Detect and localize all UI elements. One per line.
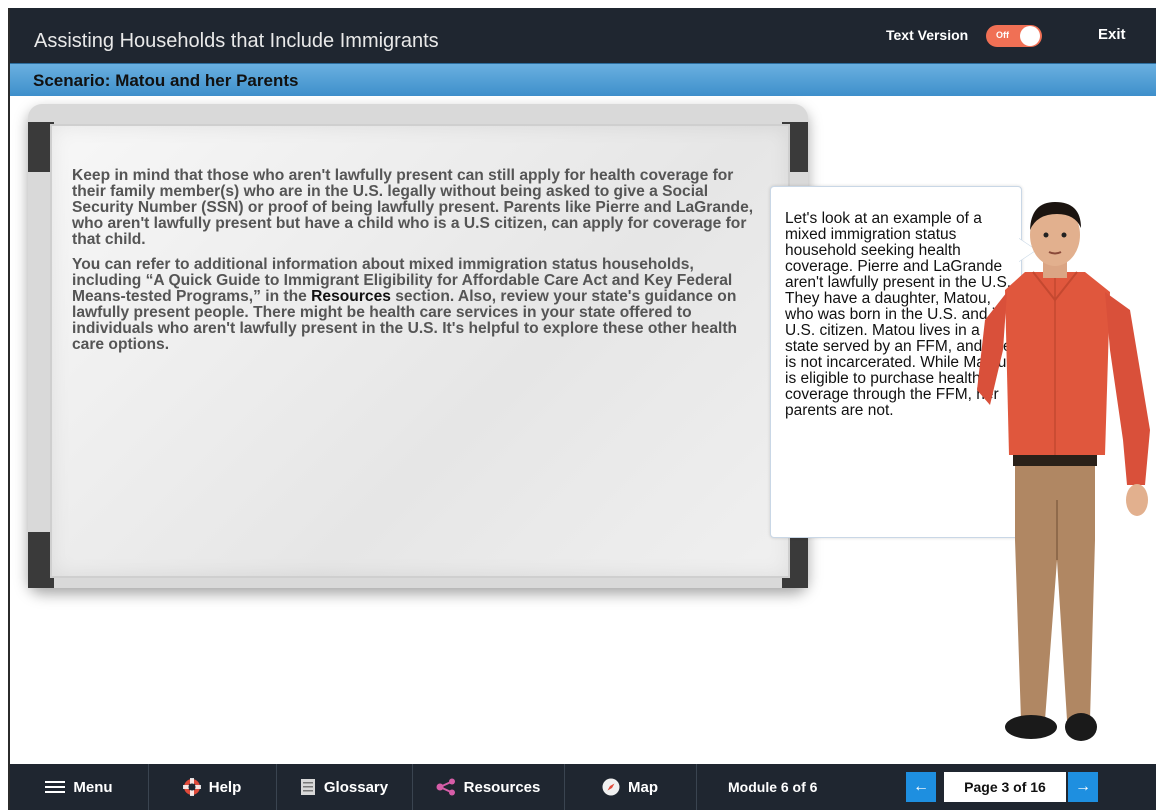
course-title: Assisting Households that Include Immigr… xyxy=(34,30,439,52)
text-version-label: Text Version xyxy=(886,27,969,43)
hamburger-icon xyxy=(45,780,66,794)
help-label: Help xyxy=(208,778,242,796)
menu-label: Menu xyxy=(73,778,113,796)
previous-page-button[interactable]: ← xyxy=(906,772,936,802)
board-paragraph-1: Keep in mind that those who aren't lawfu… xyxy=(72,167,754,248)
page-indicator: Page 3 of 16 xyxy=(944,772,1066,802)
arrow-right-icon: → xyxy=(1075,778,1091,795)
scenario-title: Scenario: Matou and her Parents xyxy=(33,71,299,90)
resources-button[interactable]: Resources xyxy=(412,764,565,810)
glossary-button[interactable]: Glossary xyxy=(276,764,413,810)
toggle-state-label: Off xyxy=(996,30,1009,40)
help-button[interactable]: Help xyxy=(148,764,277,810)
next-page-button[interactable]: → xyxy=(1068,772,1098,802)
map-button[interactable]: Map xyxy=(564,764,697,810)
resources-label: Resources xyxy=(463,778,541,796)
arrow-left-icon: ← xyxy=(913,778,929,795)
lifebuoy-icon xyxy=(182,778,201,796)
compass-icon xyxy=(602,778,620,796)
map-label: Map xyxy=(628,778,658,796)
menu-button[interactable]: Menu xyxy=(10,764,149,810)
toggle-knob xyxy=(1020,26,1040,46)
resources-link[interactable]: Resources xyxy=(311,288,391,305)
glossary-label: Glossary xyxy=(323,778,389,796)
course-frame: Assisting Households that Include Immigr… xyxy=(8,8,1156,810)
module-indicator: Module 6 of 6 xyxy=(728,779,818,795)
scenario-bar: Scenario: Matou and her Parents xyxy=(10,63,1156,96)
glossary-book-icon xyxy=(300,778,316,796)
exit-button[interactable]: Exit xyxy=(1098,26,1126,43)
footer-bar: Menu Help Glossary Resources Map Module … xyxy=(10,764,1156,810)
board-paragraph-2: You can refer to additional information … xyxy=(72,257,767,353)
header-bar: Assisting Households that Include Immigr… xyxy=(10,8,1156,63)
share-icon xyxy=(436,778,456,796)
text-version-toggle[interactable]: Off xyxy=(986,25,1042,47)
narrator-character xyxy=(977,202,1150,741)
whiteboard-text: Keep in mind that those who aren't lawfu… xyxy=(72,168,767,362)
